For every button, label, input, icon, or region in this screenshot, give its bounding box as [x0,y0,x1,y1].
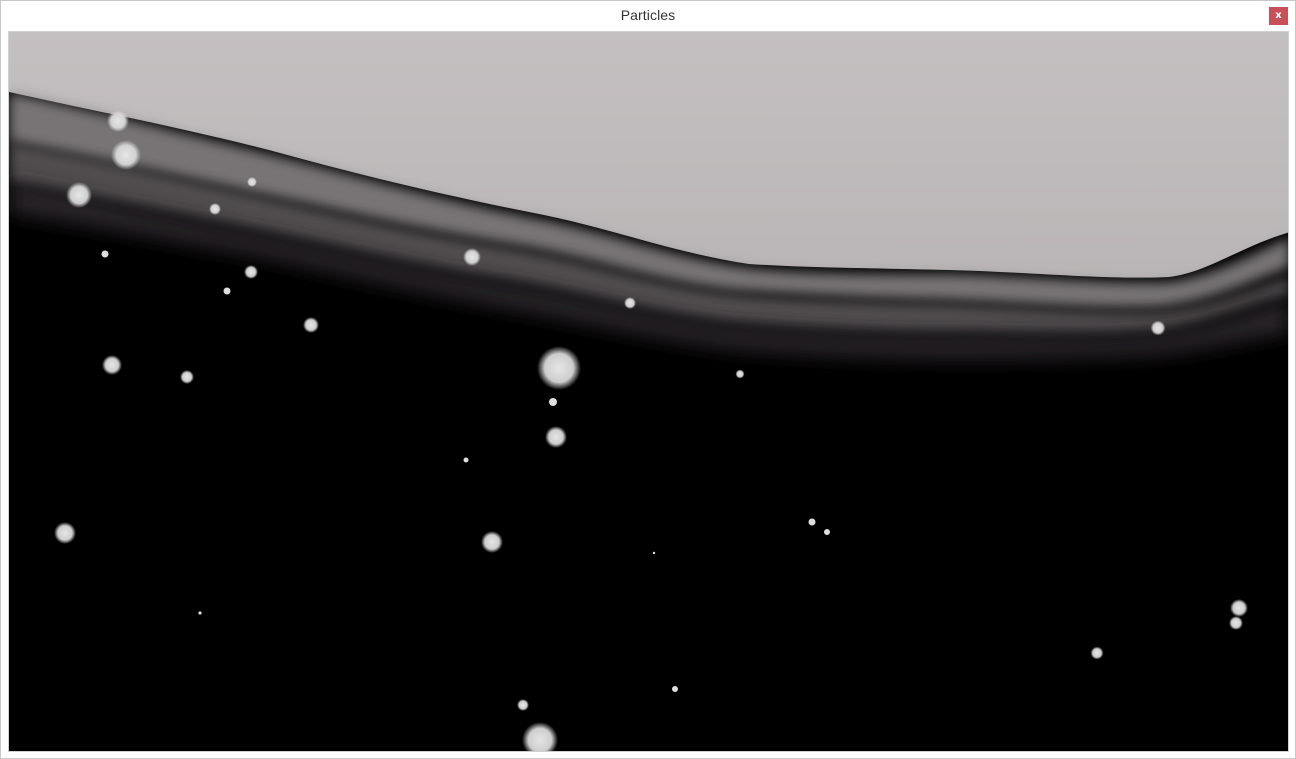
particle [517,699,529,711]
render-viewport[interactable] [8,31,1289,752]
particle [244,265,258,279]
particle [808,518,816,526]
particle [735,369,745,379]
particle [549,398,557,406]
particle [624,297,636,309]
particle [223,287,231,295]
particle [652,551,656,555]
close-icon: x [1275,10,1282,21]
app-window: Particles x [0,0,1296,759]
particle [1090,646,1104,660]
particle [180,370,194,384]
particle [463,248,481,266]
particle [824,529,830,535]
particle [1150,320,1166,336]
particle [107,110,129,132]
title-bar[interactable]: Particles x [1,1,1295,31]
particle [1229,616,1243,630]
particle [537,346,581,390]
particle [1230,599,1248,617]
particle [66,182,92,208]
particle [545,426,567,448]
particle [198,611,202,615]
particle [101,250,109,258]
window-title: Particles [620,7,676,23]
particle [247,177,257,187]
particle [672,686,678,692]
particle-scene [9,32,1288,751]
particle [54,522,76,544]
particle [481,531,503,553]
particle [111,140,141,170]
particle [209,203,221,215]
particle [303,317,319,333]
close-button[interactable]: x [1269,7,1288,25]
particle [102,355,122,375]
particle [463,457,469,463]
